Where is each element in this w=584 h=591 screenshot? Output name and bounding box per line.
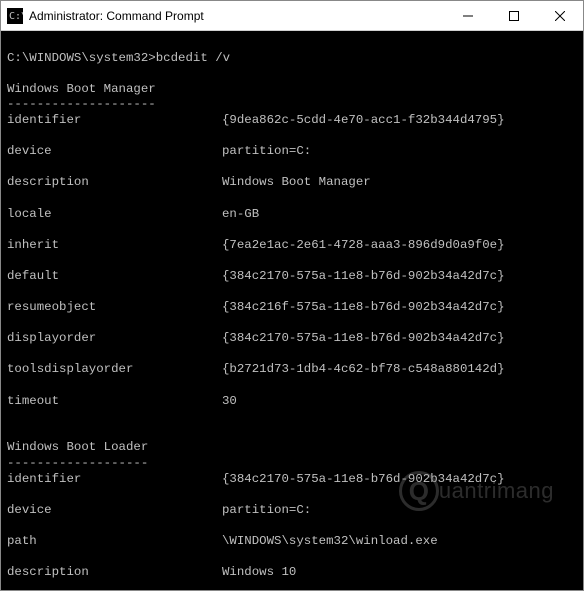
output-row: descriptionWindows Boot Manager [7,175,577,191]
prompt-path: C:\WINDOWS\system32> [7,51,156,65]
output-row: devicepartition=C: [7,144,577,160]
output-row: default{384c2170-575a-11e8-b76d-902b34a4… [7,269,577,285]
terminal-output[interactable]: C:\WINDOWS\system32>bcdedit /v Windows B… [1,31,583,590]
output-row: path\WINDOWS\system32\winload.exe [7,534,577,550]
output-row: displayorder{384c2170-575a-11e8-b76d-902… [7,331,577,347]
output-row: resumeobject{384c216f-575a-11e8-b76d-902… [7,300,577,316]
titlebar[interactable]: C:\ Administrator: Command Prompt [1,1,583,31]
section-divider: -------------------- [7,97,156,111]
command-text: bcdedit /v [156,51,230,65]
window-controls [445,1,583,30]
section-heading: Windows Boot Manager [7,82,156,96]
minimize-button[interactable] [445,1,491,31]
close-button[interactable] [537,1,583,31]
section-heading: Windows Boot Loader [7,440,148,454]
cmd-icon: C:\ [7,8,23,24]
output-row: identifier{9dea862c-5cdd-4e70-acc1-f32b3… [7,113,577,129]
output-row: identifier{384c2170-575a-11e8-b76d-902b3… [7,472,577,488]
svg-text:C:\: C:\ [9,11,23,22]
output-row: timeout30 [7,394,577,410]
output-row: localeen-GB [7,207,577,223]
maximize-button[interactable] [491,1,537,31]
window-title: Administrator: Command Prompt [29,9,445,23]
output-row: inherit{7ea2e1ac-2e61-4728-aaa3-896d9d0a… [7,238,577,254]
output-row: toolsdisplayorder{b2721d73-1db4-4c62-bf7… [7,362,577,378]
output-row: descriptionWindows 10 [7,565,577,581]
section-divider: ------------------- [7,456,148,470]
output-row: devicepartition=C: [7,503,577,519]
command-prompt-window: C:\ Administrator: Command Prompt C:\WIN… [0,0,584,591]
